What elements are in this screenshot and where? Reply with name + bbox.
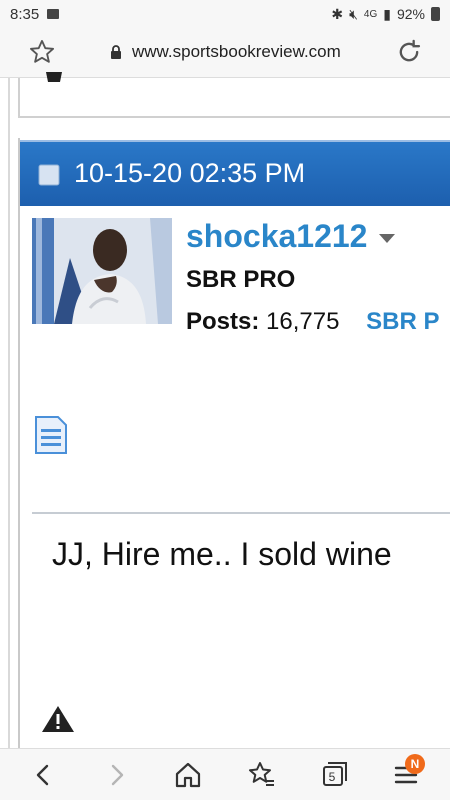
user-rank: SBR PRO — [186, 266, 296, 293]
post-divider — [32, 512, 450, 514]
forward-icon[interactable] — [100, 759, 132, 791]
post-count: Posts: 16,775 SBR P — [186, 308, 439, 336]
warning-icon[interactable] — [40, 704, 76, 734]
previous-post — [18, 72, 450, 118]
document-icon — [38, 164, 60, 186]
thread-line — [8, 78, 10, 748]
post-message: JJ, Hire me.. I sold wine — [52, 536, 392, 572]
tabs-button[interactable]: 5 — [318, 759, 350, 791]
username-link[interactable]: shocka1212 — [186, 218, 367, 255]
username-row: shocka1212 — [186, 218, 396, 255]
page-content: 10-15-20 02:35 PM shocka1212 SBR PRO Pos… — [0, 72, 450, 748]
notification-icon — [47, 9, 60, 19]
url-text[interactable]: www.sportsbookreview.com — [132, 42, 341, 62]
chevron-down-icon[interactable] — [379, 234, 396, 243]
back-icon[interactable] — [28, 759, 60, 791]
bookmarks-icon[interactable] — [246, 759, 278, 791]
home-icon[interactable] — [172, 759, 204, 791]
status-bar: 8:35 ✱ 🔇︎ 4G ▮ 92% — [0, 0, 450, 28]
battery-icon — [431, 7, 440, 21]
post-date: 10-15-20 02:35 PM — [74, 158, 306, 188]
lock-icon — [111, 45, 121, 59]
bluetooth-icon: ✱ — [331, 5, 344, 22]
mute-icon: 🔇︎ — [349, 5, 358, 22]
reload-icon[interactable] — [395, 38, 423, 66]
bottom-nav: 5 — [0, 748, 450, 800]
star-icon[interactable] — [28, 38, 56, 66]
avatar[interactable] — [32, 218, 172, 324]
signal-icon: ▮ — [383, 5, 391, 22]
tab-count: 5 — [328, 770, 336, 784]
post-header: 10-15-20 02:35 PM — [20, 140, 450, 206]
posts-label: Posts: — [186, 308, 260, 335]
forum-post: 10-15-20 02:35 PM shocka1212 SBR PRO Pos… — [18, 138, 450, 748]
warning-icon[interactable] — [42, 72, 66, 86]
status-time: 8:35 — [10, 5, 40, 23]
posts-value: 16,775 — [266, 308, 340, 335]
browser-url-bar: www.sportsbookreview.com — [0, 28, 450, 78]
network-label: 4G — [363, 8, 378, 20]
sbr-points-link[interactable]: SBR P — [366, 308, 439, 335]
page-icon[interactable] — [34, 415, 68, 455]
notification-badge: N — [405, 754, 425, 774]
avatar-image — [32, 218, 172, 324]
battery-label: 92% — [396, 6, 425, 22]
